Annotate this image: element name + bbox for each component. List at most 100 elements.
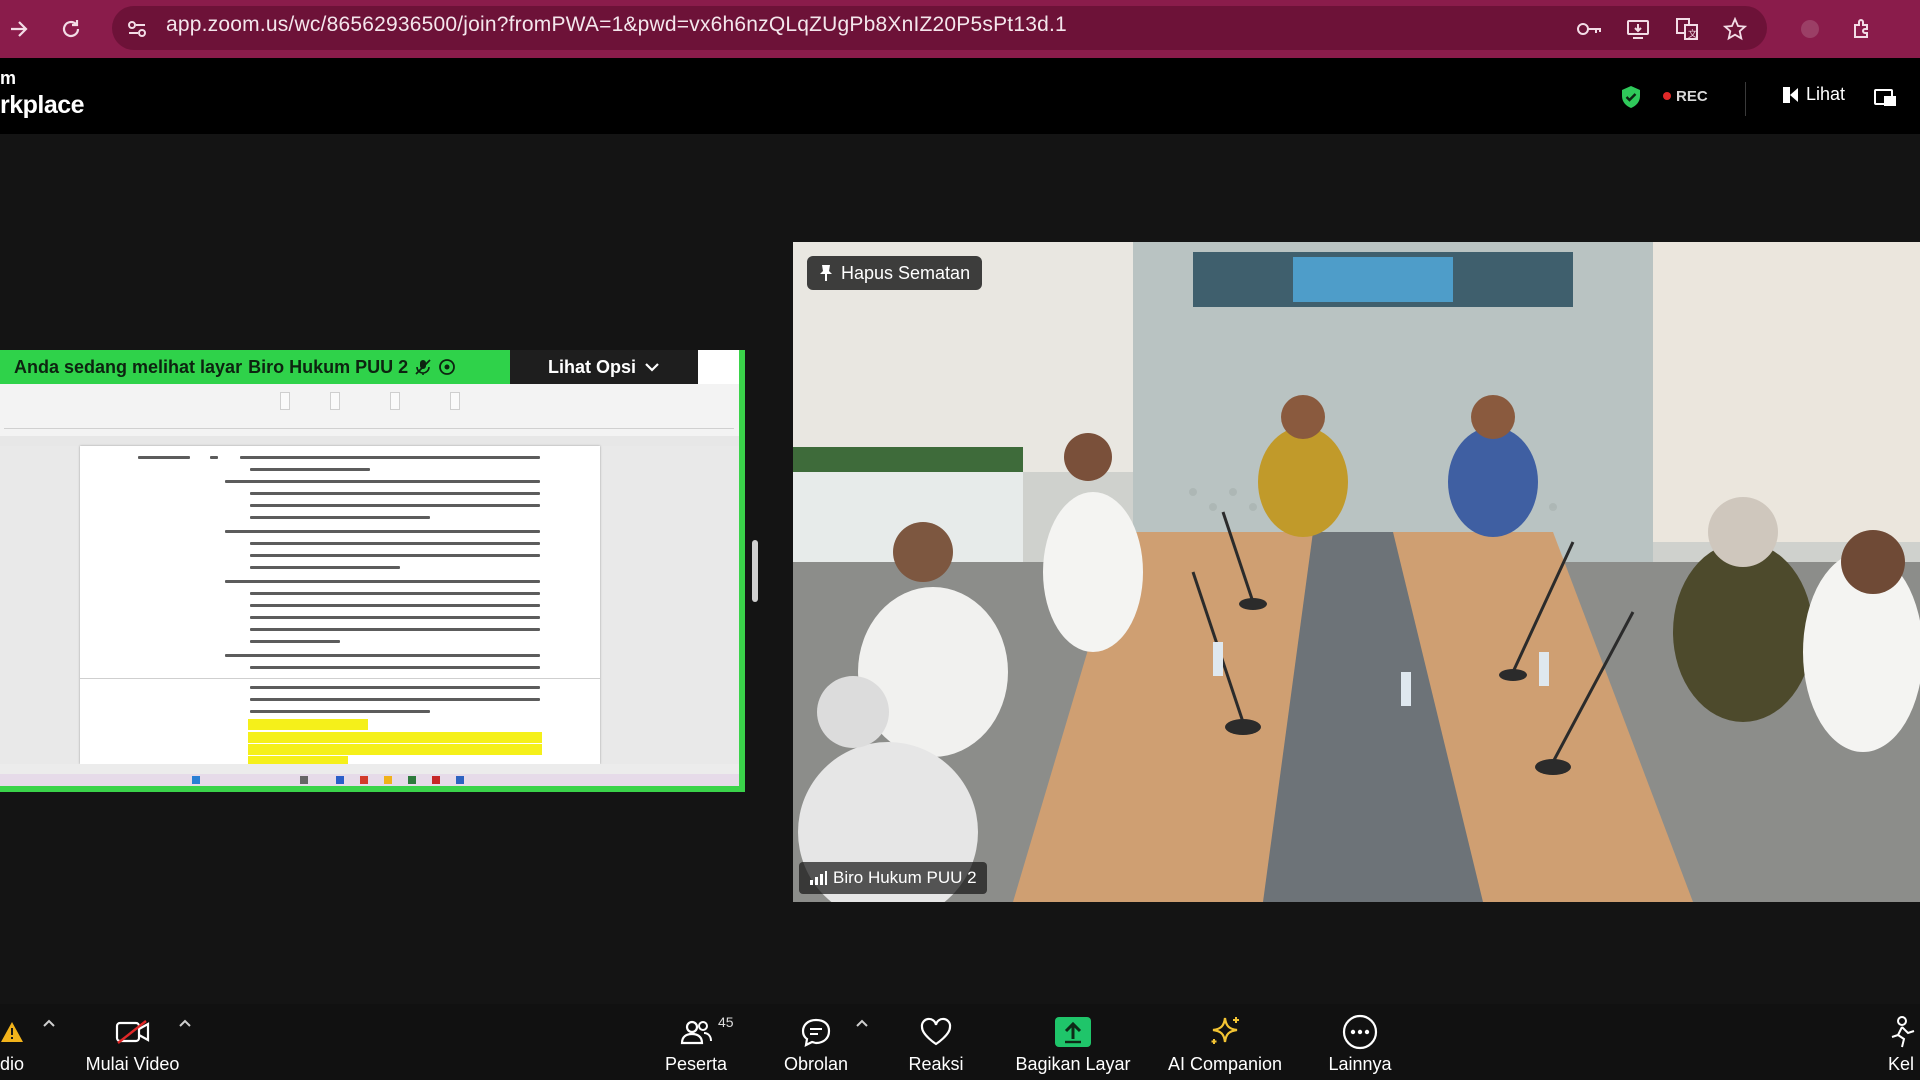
meeting-toolbar: dio Mulai Video Peserta 45 Obrolan Reaks…	[0, 1004, 1920, 1080]
encryption-shield-icon[interactable]	[1620, 85, 1642, 109]
participant-name: Biro Hukum PUU 2	[833, 868, 977, 887]
text-line	[250, 604, 540, 607]
document-page	[80, 446, 600, 764]
ribbon-style-box	[450, 392, 460, 410]
more-label: Lainnya	[1328, 1054, 1392, 1074]
audio-label: dio	[0, 1054, 25, 1074]
start-video-button[interactable]: Mulai Video	[80, 1004, 185, 1080]
text-line	[250, 504, 540, 507]
chevron-up-icon[interactable]	[855, 1018, 869, 1028]
share-notice-text: Anda sedang melihat layar	[14, 356, 243, 377]
extensions-puzzle-icon[interactable]	[1848, 14, 1878, 44]
shared-screen-panel[interactable]: Anda sedang melihat layar Biro Hukum PUU…	[0, 350, 745, 792]
participants-icon	[680, 1020, 712, 1045]
leave-icon	[1891, 1016, 1915, 1048]
chat-label: Obrolan	[783, 1054, 849, 1074]
screen-share-window-icon[interactable]	[1874, 88, 1898, 108]
view-options-button[interactable]: Lihat Opsi	[510, 350, 698, 384]
ai-companion-label: AI Companion	[1167, 1054, 1283, 1074]
highlighted-text	[248, 744, 542, 755]
text-line	[250, 516, 430, 519]
translate-icon[interactable]: 文	[1672, 14, 1702, 44]
reload-icon[interactable]	[56, 14, 86, 44]
annotation-icon[interactable]	[438, 358, 456, 376]
text-line	[225, 580, 540, 583]
recording-indicator[interactable]: REC	[1663, 88, 1708, 105]
shared-taskbar	[0, 774, 739, 786]
document-area	[0, 446, 739, 764]
app-icon	[360, 776, 368, 784]
participants-count: 45	[718, 1014, 734, 1030]
unpin-button[interactable]: Hapus Sematan	[807, 256, 983, 290]
site-settings-icon[interactable]	[122, 14, 152, 44]
more-button[interactable]: Lainnya	[1322, 1004, 1398, 1080]
text-line	[250, 640, 340, 643]
chevron-up-icon[interactable]	[42, 1018, 56, 1028]
forward-icon[interactable]	[4, 14, 34, 44]
ribbon-style-box	[280, 392, 290, 410]
ribbon-style-box	[390, 392, 400, 410]
chevron-down-icon	[645, 363, 659, 372]
audio-button[interactable]: dio	[0, 1004, 32, 1080]
text-line	[240, 456, 540, 459]
share-screen-button[interactable]: Bagikan Layar	[1010, 1004, 1136, 1080]
sparkle-icon	[1211, 1017, 1239, 1044]
svg-text:文: 文	[1688, 28, 1697, 40]
app-icon	[384, 776, 392, 784]
password-key-icon[interactable]	[1574, 14, 1604, 44]
text-line	[250, 698, 540, 701]
app-icon	[336, 776, 344, 784]
highlighted-text	[248, 732, 542, 743]
text-line	[250, 666, 540, 669]
splitter-handle[interactable]	[752, 540, 758, 602]
highlighted-text	[248, 719, 368, 730]
document-ruler	[0, 436, 739, 446]
chevron-up-icon[interactable]	[178, 1018, 192, 1028]
reactions-button[interactable]: Reaksi	[898, 1004, 974, 1080]
start-icon	[192, 776, 200, 784]
chat-button[interactable]: Obrolan	[776, 1004, 856, 1080]
share-screen-label: Bagikan Layar	[1015, 1054, 1131, 1074]
share-screen-icon	[1055, 1017, 1091, 1047]
ribbon-divider	[4, 428, 734, 429]
unpin-label: Hapus Sematan	[841, 262, 971, 283]
brand-logo-top: m	[0, 68, 17, 88]
text-line	[250, 686, 540, 689]
text-line	[225, 480, 540, 483]
text-line	[250, 628, 540, 631]
install-app-icon[interactable]	[1623, 14, 1653, 44]
document-status-bar	[0, 764, 739, 774]
rec-label: REC	[1676, 88, 1708, 105]
header-divider	[1745, 82, 1746, 116]
share-notice-banner: Anda sedang melihat layar Biro Hukum PUU…	[0, 350, 510, 384]
heart-icon	[920, 1017, 952, 1046]
app-icon	[300, 776, 308, 784]
bookmark-star-icon[interactable]	[1720, 14, 1750, 44]
app-icon	[432, 776, 440, 784]
leave-button[interactable]: Kel	[1888, 1004, 1920, 1080]
audio-warning-icon	[1, 1022, 23, 1042]
muted-mic-icon	[415, 359, 431, 375]
text-line	[250, 710, 430, 713]
extension-icon[interactable]	[1795, 14, 1825, 44]
participant-name-tag: Biro Hukum PUU 2	[799, 862, 987, 894]
start-video-label: Mulai Video	[85, 1054, 180, 1074]
ai-companion-button[interactable]: AI Companion	[1160, 1004, 1290, 1080]
record-dot-icon	[1663, 92, 1671, 100]
text-line	[138, 456, 190, 459]
text-line	[210, 456, 218, 459]
shared-screen-content[interactable]: Anda sedang melihat layar Biro Hukum PUU…	[0, 350, 739, 786]
text-line	[250, 542, 540, 545]
app-icon	[408, 776, 416, 784]
participant-video-tile[interactable]: Hapus Sematan Biro Hukum PUU 2	[793, 242, 1920, 902]
url-text[interactable]: app.zoom.us/wc/86562936500/join?fromPWA=…	[166, 13, 1067, 37]
chat-icon	[801, 1018, 831, 1047]
meeting-room-video	[793, 242, 1920, 902]
highlighted-text	[248, 756, 348, 764]
view-button[interactable]: Lihat	[1782, 84, 1845, 105]
text-line	[250, 616, 540, 619]
app-icon	[456, 776, 464, 784]
view-layout-icon	[1783, 86, 1798, 103]
text-line	[250, 554, 540, 557]
participants-label: Peserta	[664, 1054, 728, 1074]
